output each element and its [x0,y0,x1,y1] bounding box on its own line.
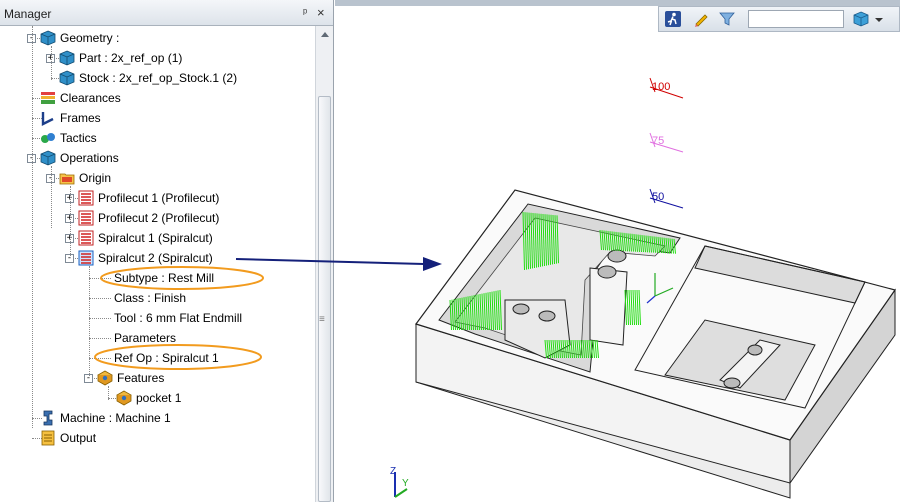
folder-icon [59,170,75,186]
output-icon [40,430,56,446]
global-axis-triad: Z Y [390,466,409,498]
tree-item[interactable]: Parameters [0,328,315,348]
tree-item-label: Tool : 6 mm Flat Endmill [114,311,243,325]
tree-item-label: Machine : Machine 1 [60,411,171,425]
frames-icon [40,110,56,126]
tree-item-label: Parameters [114,331,177,345]
tree-connector [89,338,111,339]
tree-item[interactable]: - Spiralcut 2 (Spiralcut) [0,248,315,268]
tree-item-label: Spiralcut 1 (Spiralcut) [98,231,213,245]
toolpath-icon [78,230,94,246]
tree-item[interactable]: + Part : 2x_ref_op (1) [0,48,315,68]
manager-title: Manager [4,7,52,21]
tree-item-label: Frames [60,111,101,125]
tree-guide-line [51,46,52,80]
tree-item-label: Class : Finish [114,291,187,305]
tree-item-label: Geometry : [60,31,120,45]
hole [607,249,627,263]
tree-connector [89,318,111,319]
pocket-icon [116,390,132,406]
scroll-up-arrow-icon[interactable] [316,26,334,44]
tactics-icon [40,130,56,146]
tree-item[interactable]: + Spiralcut 1 (Spiralcut) [0,228,315,248]
height-label-50: 50 [652,191,664,203]
tree-item[interactable]: Stock : 2x_ref_op_Stock.1 (2) [0,68,315,88]
height-marker-75: 75 [649,132,684,153]
tree-item-label: Features [117,371,165,385]
tree-item[interactable]: Tactics [0,128,315,148]
tree-item[interactable]: - Features [0,368,315,388]
tree-item[interactable]: pocket 1 [0,388,315,408]
tree-item-label: Origin [79,171,112,185]
tree-item-label: Profilecut 1 (Profilecut) [98,191,220,205]
hole [597,265,617,279]
tree-item[interactable]: Frames [0,108,315,128]
height-label-100: 100 [652,81,670,93]
hole [723,377,741,389]
tree-item[interactable]: - Geometry : [0,28,315,48]
tree-connector [89,278,111,279]
tree-item[interactable]: Class : Finish [0,288,315,308]
tree-item[interactable]: Subtype : Rest Mill [0,268,315,288]
tree-item-label: Clearances [60,91,121,105]
tree-item-label: Operations [60,151,119,165]
tree-guide-line [108,386,109,400]
tree-item[interactable]: Clearances [0,88,315,108]
hole [512,303,530,315]
tree-item[interactable]: Output [0,428,315,448]
tree-item[interactable]: Machine : Machine 1 [0,408,315,428]
tree-item[interactable]: - Origin [0,168,315,188]
toolpath-icon [78,210,94,226]
height-marker-100: 100 [649,77,684,99]
height-label-75: 75 [652,135,664,147]
clearances-icon [40,90,56,106]
tree-scrollbar[interactable]: ≡ [315,26,333,502]
tree-connector [89,358,111,359]
stock-icon [59,70,75,86]
operations-icon [40,150,56,166]
part-icon [59,50,75,66]
tree-guide-line [89,266,90,376]
tree-item[interactable]: + Profilecut 2 (Profilecut) [0,208,315,228]
toolpath-active-icon [78,250,94,266]
axis-label-y: Y [402,478,409,489]
axis-label-z: Z [390,466,396,477]
tree-item-label: Part : 2x_ref_op (1) [79,51,183,65]
center-boss [589,267,628,346]
part-3d-view[interactable]: 100 75 50 Z Y [335,0,900,502]
manager-tree: - Geometry : + Part : 2x_ref_op (1) Stock : … [0,26,315,502]
height-marker-50: 50 [649,188,684,209]
tree-item-label: Tactics [60,131,97,145]
manager-panel: Manager ᵖ × - Geometry : + Part : 2x_ref_op… [0,0,334,502]
tree-guide-line [32,26,33,428]
features-icon [97,370,113,386]
tree-item-label: Output [60,431,97,445]
tree-connector [89,298,111,299]
tree-item[interactable]: Ref Op : Spiralcut 1 [0,348,315,368]
toolpath-icon [78,190,94,206]
tree-item-label: Profilecut 2 (Profilecut) [98,211,220,225]
machine-icon [40,410,56,426]
geometry-icon [40,30,56,46]
close-icon[interactable]: × [317,5,325,20]
tree-item[interactable]: - Operations [0,148,315,168]
tree-item-label: Spiralcut 2 (Spiralcut) [98,251,213,265]
tree-guide-line [70,186,71,256]
hole [538,310,556,322]
tree-item[interactable]: + Profilecut 1 (Profilecut) [0,188,315,208]
scroll-thumb[interactable] [318,96,331,502]
tree-item-label: Subtype : Rest Mill [114,271,215,285]
tree-item-label: Stock : 2x_ref_op_Stock.1 (2) [79,71,238,85]
tree-guide-line [51,166,52,228]
graphics-viewport[interactable]: 100 75 50 Z Y [335,0,900,502]
hole [747,344,763,356]
tree-item-label: Ref Op : Spiralcut 1 [114,351,219,365]
scroll-grip-icon: ≡ [319,314,325,325]
tree-item-label: pocket 1 [136,391,182,405]
tree-item[interactable]: Tool : 6 mm Flat Endmill [0,308,315,328]
manager-title-bar: Manager ᵖ × [0,0,333,26]
pin-icon[interactable]: ᵖ [303,7,307,19]
